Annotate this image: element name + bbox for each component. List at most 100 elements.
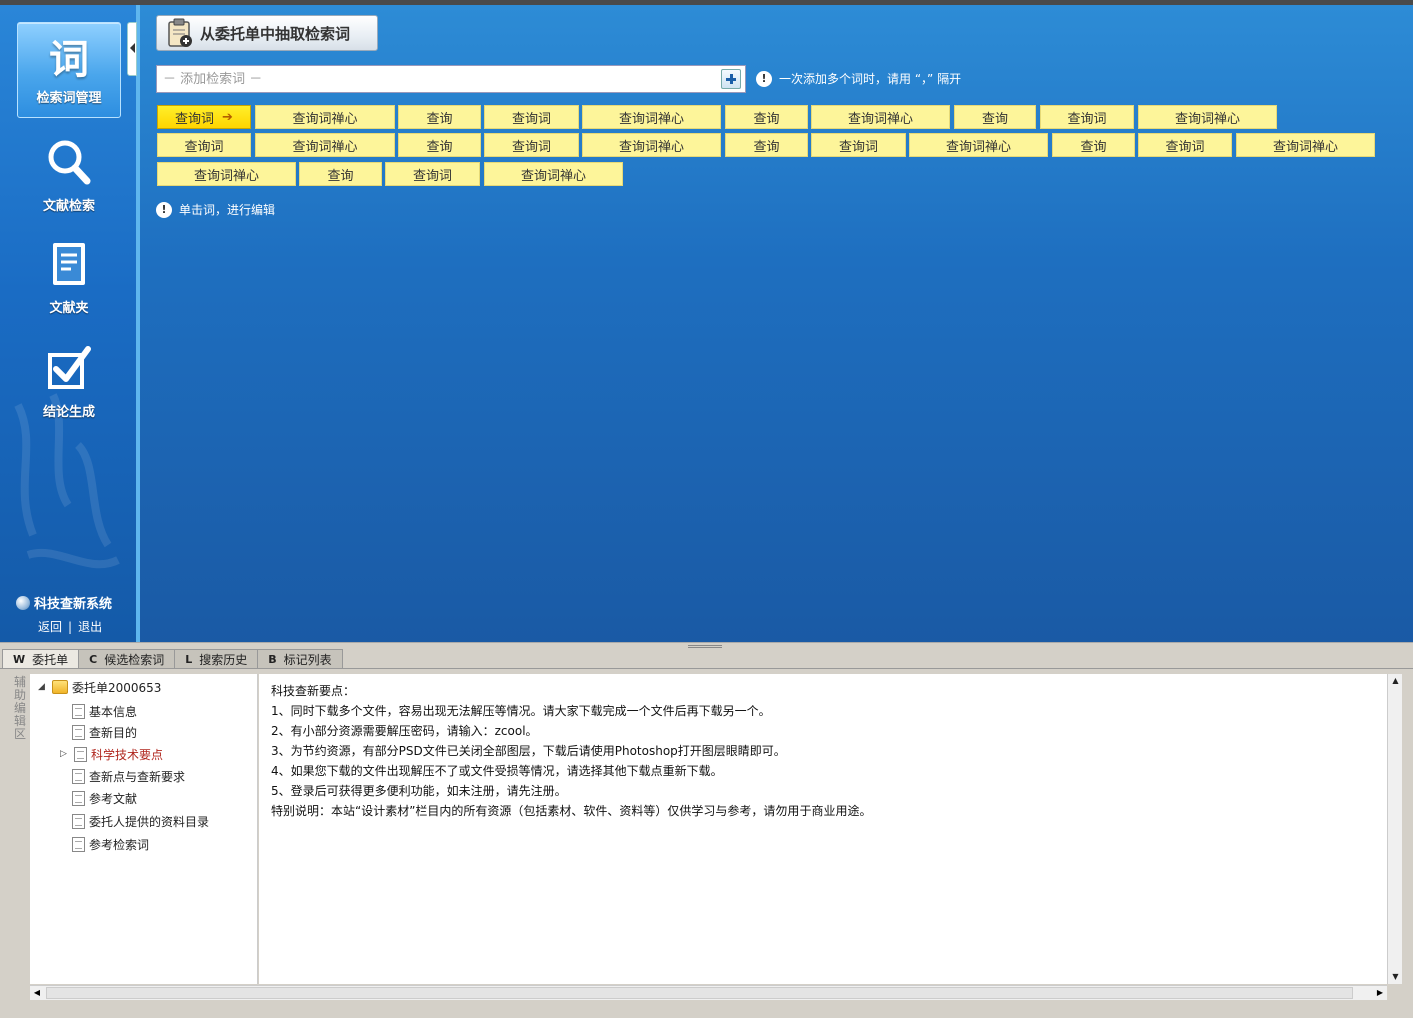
keyword-chip[interactable]: 查询 [725, 105, 808, 129]
folder-icon [52, 680, 68, 694]
logout-link[interactable]: 退出 [78, 620, 102, 634]
tab-marked-list[interactable]: B 标记列表 [257, 649, 343, 668]
keyword-chip-label: 查询词禅心 [618, 139, 684, 155]
keyword-chip[interactable]: 查询词禅心 [255, 133, 395, 157]
tree-item-client-materials[interactable]: 委托人提供的资料目录 [72, 812, 209, 830]
keyword-chip[interactable]: 查询 [725, 133, 808, 157]
extract-keywords-button[interactable]: 从委托单中抽取检索词 [156, 15, 378, 51]
keyword-chip-label: 查询词 [1067, 111, 1107, 127]
keyword-chip[interactable]: 查询词 [484, 133, 579, 157]
scroll-right-icon[interactable]: ▶ [1373, 986, 1387, 1000]
add-keyword-button[interactable] [721, 69, 741, 89]
caret-right-icon[interactable]: ▷ [60, 749, 70, 759]
main-panel: 从委托单中抽取检索词 ! 一次添加多个词时，请用 “，” 隔开 查询词 ➔ 查询词禅… [140, 5, 1413, 642]
tree-item-label: 查新目的 [89, 725, 138, 740]
vertical-scrollbar[interactable]: ▲ ▼ [1387, 674, 1402, 984]
splitter-grip[interactable] [688, 645, 722, 648]
add-keyword-input[interactable] [157, 67, 721, 91]
nav-label: 文献检索 [42, 199, 95, 214]
collapse-sidebar-button[interactable] [127, 22, 137, 76]
keyword-chip[interactable]: 查询词 [1138, 133, 1232, 157]
keyword-chip[interactable]: 查询 [299, 162, 382, 186]
footer-links: 返回 | 退出 [38, 618, 102, 635]
edit-hint-text: 单击词，进行编辑 [179, 203, 276, 217]
scroll-left-icon[interactable]: ◀ [30, 986, 44, 1000]
checkbox-icon [48, 346, 91, 389]
expand-icon[interactable]: ◢ [38, 682, 48, 692]
nav-conclusion[interactable]: 结论生成 [17, 345, 121, 420]
keyword-chip[interactable]: 查询词禅心 [909, 133, 1048, 157]
content-line: 2、有小部分资源需要解压密码，请输入：zcool。 [271, 724, 538, 738]
nav-literature-folder[interactable]: 文献夹 [17, 239, 121, 316]
keyword-chip[interactable]: 查询词禅心 [157, 162, 296, 186]
globe-icon [16, 595, 30, 610]
tab-label: 标记列表 [283, 652, 332, 667]
info-icon: ! [156, 201, 172, 218]
tree-root[interactable]: ◢ 委托单2000653 [38, 678, 161, 696]
content-viewer: 科技查新要点： 1、同时下载多个文件，容易出现无法解压等情况。请大家下载完成一个… [259, 674, 1387, 984]
keyword-chip[interactable]: 查询词禅心 [255, 105, 395, 129]
scroll-thumb[interactable] [46, 987, 1353, 999]
content-line: 4、如果您下载的文件出现解压不了或文件受损等情况，请选择其他下载点重新下载。 [271, 764, 723, 778]
multi-add-hint-text: 一次添加多个词时，请用 “，” 隔开 [779, 72, 962, 86]
tree-item-references[interactable]: 参考文献 [72, 789, 137, 807]
keyword-chip[interactable]: 查询词 [811, 133, 906, 157]
keyword-chip[interactable]: 查询 [954, 105, 1036, 129]
keyword-chip-label: 查询 [426, 139, 453, 155]
tab-commission[interactable]: W 委托单 [2, 649, 80, 668]
nav-keyword-management[interactable]: 词 检索词管理 [17, 22, 121, 118]
nav-label: 结论生成 [42, 405, 95, 420]
word-icon: 词 [49, 36, 89, 83]
tab-key: W [13, 652, 26, 666]
keyword-chip[interactable]: 查询 [1052, 133, 1135, 157]
scroll-up-icon[interactable]: ▲ [1388, 674, 1403, 688]
tree-item-label: 查新点与查新要求 [89, 769, 186, 784]
scroll-down-icon[interactable]: ▼ [1388, 970, 1403, 984]
back-link[interactable]: 返回 [38, 620, 62, 634]
bottom-panel: 辅助编辑区 ◢ 委托单2000653 基本信息 查新目的 ▷ 科学技术要点 查新… [0, 670, 1413, 1018]
tree-item-ref-keywords[interactable]: 参考检索词 [72, 835, 149, 853]
sidebar: 词 检索词管理 文献检索 文献夹 结论生成 科技查新系统 返回 | 退出 [0, 5, 136, 642]
tab-candidate-keywords[interactable]: C 候选检索词 [78, 649, 176, 668]
tree-item-purpose[interactable]: 查新目的 [72, 723, 137, 741]
keyword-chip[interactable]: 查询词 [385, 162, 480, 186]
keyword-chip[interactable]: 查询词禅心 [1138, 105, 1277, 129]
keyword-chip[interactable]: 查询 [398, 133, 481, 157]
arrow-right-icon: ➔ [222, 109, 233, 125]
keyword-chip[interactable]: 查询词 [157, 133, 251, 157]
keyword-chip-label: 查询词禅心 [193, 168, 259, 184]
keyword-chip-label: 查询词 [175, 111, 215, 127]
tab-key: C [89, 652, 98, 666]
brand: 科技查新系统 [16, 593, 112, 612]
nav-label: 检索词管理 [36, 91, 102, 106]
keyword-chip[interactable]: 查询词禅心 [582, 105, 721, 129]
tree-item-basic-info[interactable]: 基本信息 [72, 702, 137, 720]
document-icon [72, 703, 85, 719]
keyword-chip[interactable]: 查询词禅心 [811, 105, 950, 129]
keyword-chip-label: 查询词禅心 [292, 111, 358, 127]
content-line: 特别说明：本站“设计素材”栏目内的所有资源（包括素材、软件、资料等）仅供学习与参… [271, 804, 872, 818]
content-line: 1、同时下载多个文件，容易出现无法解压等情况。请大家下载完成一个文件后再下载另一… [271, 704, 771, 718]
keyword-chip[interactable]: 查询词 [484, 105, 579, 129]
extract-keywords-label: 从委托单中抽取检索词 [200, 24, 351, 43]
keyword-chip[interactable]: 查询词 [1040, 105, 1134, 129]
document-icon [72, 790, 85, 806]
horizontal-scrollbar[interactable]: ◀ ▶ [30, 985, 1387, 1000]
keyword-chip[interactable]: 查询词 ➔ [157, 105, 251, 129]
keyword-chip[interactable]: 查询词禅心 [582, 133, 721, 157]
keyword-chip-label: 查询词 [511, 111, 551, 127]
tab-key: B [268, 652, 277, 666]
document-icon [72, 813, 85, 829]
nav-literature-search[interactable]: 文献检索 [17, 137, 121, 214]
tab-search-history[interactable]: L 搜索历史 [174, 649, 259, 668]
keyword-chip[interactable]: 查询词禅心 [484, 162, 623, 186]
tree-item-novelty-points[interactable]: 查新点与查新要求 [72, 767, 185, 785]
tab-key: L [185, 652, 193, 666]
keyword-chip-label: 查询词禅心 [520, 168, 586, 184]
tree-item-tech-points[interactable]: ▷ 科学技术要点 [60, 745, 163, 763]
keyword-chip[interactable]: 查询 [398, 105, 481, 129]
brand-name: 科技查新系统 [34, 597, 113, 612]
panel-splitter[interactable] [0, 642, 1413, 649]
keyword-chip-label: 查询词 [184, 139, 224, 155]
keyword-chip[interactable]: 查询词禅心 [1236, 133, 1375, 157]
